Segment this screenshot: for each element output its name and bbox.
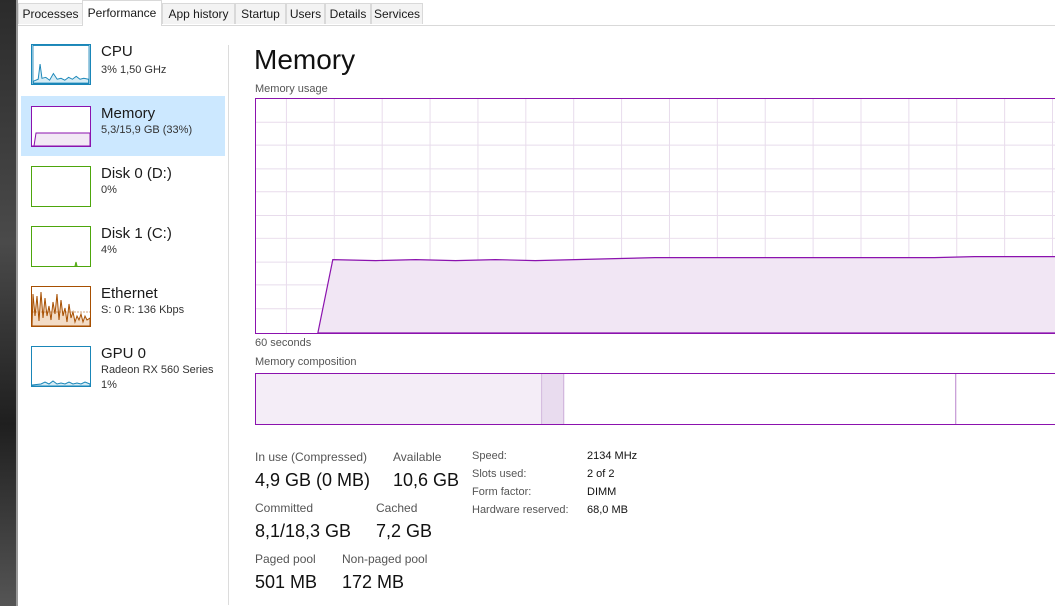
- speed-value: 2134 MHz: [587, 450, 638, 462]
- hardware-reserved-label: Hardware reserved:: [472, 504, 569, 516]
- sidebar-item-title: GPU 0: [101, 345, 147, 362]
- memory-mini-graph: [31, 106, 91, 147]
- hardware-reserved-value: 68,0 MB: [587, 504, 628, 516]
- time-span-label: 60 seconds: [255, 337, 312, 349]
- sidebar-item-title: CPU: [101, 43, 133, 60]
- sidebar-item-ethernet[interactable]: Ethernet S: 0 R: 136 Kbps: [21, 276, 225, 336]
- sidebar-item-disk-0[interactable]: Disk 0 (D:) 0%: [21, 156, 225, 216]
- memory-usage-graph: [255, 98, 1055, 334]
- sidebar-item-subtitle: 3% 1,50 GHz: [101, 64, 167, 76]
- sidebar-item-subtitle: 0%: [101, 184, 117, 196]
- slots-used-value: 2 of 2: [587, 468, 615, 480]
- tab-app-history[interactable]: App history: [162, 3, 235, 24]
- in-use-value: 4,9 GB (0 MB): [255, 470, 371, 490]
- committed-label: Committed: [255, 501, 314, 515]
- sidebar-item-cpu[interactable]: CPU 3% 1,50 GHz: [21, 36, 225, 96]
- sidebar-item-subtitle: 5,3/15,9 GB (33%): [101, 124, 193, 136]
- sidebar-item-subtitle: S: 0 R: 136 Kbps: [101, 304, 185, 316]
- cached-label: Cached: [376, 501, 418, 515]
- tab-bar: Processes Performance App history Startu…: [18, 0, 1055, 26]
- page-title: Memory: [254, 44, 356, 75]
- tab-details[interactable]: Details: [325, 3, 371, 24]
- cached-value: 7,2 GB: [376, 521, 433, 541]
- tab-performance[interactable]: Performance: [82, 0, 162, 26]
- sidebar-item-subtitle: Radeon RX 560 Series: [101, 364, 214, 376]
- available-label: Available: [393, 450, 442, 464]
- in-use-label: In use (Compressed): [255, 450, 368, 464]
- disk-0-mini-graph: [31, 166, 91, 207]
- sidebar-item-title: Ethernet: [101, 285, 158, 302]
- sidebar-item-subtitle-2: 1%: [101, 379, 117, 391]
- non-paged-pool-label: Non-paged pool: [342, 552, 428, 566]
- sidebar-divider: [228, 45, 229, 605]
- sidebar-item-memory[interactable]: Memory 5,3/15,9 GB (33%): [21, 96, 225, 156]
- sidebar-item-title: Disk 1 (C:): [101, 225, 172, 242]
- memory-usage-label: Memory usage: [255, 83, 328, 95]
- paged-pool-value: 501 MB: [255, 572, 318, 592]
- disk-1-mini-graph: [31, 226, 91, 267]
- memory-composition-label: Memory composition: [255, 356, 357, 368]
- tab-startup[interactable]: Startup: [235, 3, 286, 24]
- paged-pool-label: Paged pool: [255, 552, 316, 566]
- form-factor-value: DIMM: [587, 486, 617, 498]
- available-value: 10,6 GB: [393, 470, 460, 490]
- non-paged-pool-value: 172 MB: [342, 572, 405, 592]
- memory-usage-line: [317, 256, 1055, 333]
- resource-sidebar: CPU 3% 1,50 GHz Memory 5,3/15,9 GB (33%)…: [18, 26, 228, 606]
- gpu-mini-graph: [31, 346, 91, 387]
- sidebar-item-gpu-0[interactable]: GPU 0 Radeon RX 560 Series 1%: [21, 336, 225, 406]
- desktop-background-edge: [0, 0, 18, 606]
- tab-users[interactable]: Users: [286, 3, 325, 24]
- tab-processes[interactable]: Processes: [18, 3, 83, 24]
- memory-composition-bar: [255, 373, 1055, 425]
- speed-label: Speed:: [472, 450, 507, 462]
- form-factor-label: Form factor:: [472, 486, 532, 498]
- ethernet-mini-graph: [31, 286, 91, 327]
- composition-in-use: [256, 374, 542, 424]
- slots-used-label: Slots used:: [472, 468, 527, 480]
- tab-services[interactable]: Services: [371, 3, 423, 24]
- sidebar-item-title: Memory: [101, 105, 156, 122]
- composition-modified: [542, 374, 564, 424]
- cpu-mini-graph: [31, 44, 91, 85]
- committed-value: 8,1/18,3 GB: [255, 521, 352, 541]
- sidebar-item-disk-1[interactable]: Disk 1 (C:) 4%: [21, 216, 225, 276]
- sidebar-item-title: Disk 0 (D:): [101, 165, 172, 182]
- sidebar-item-subtitle: 4%: [101, 244, 117, 256]
